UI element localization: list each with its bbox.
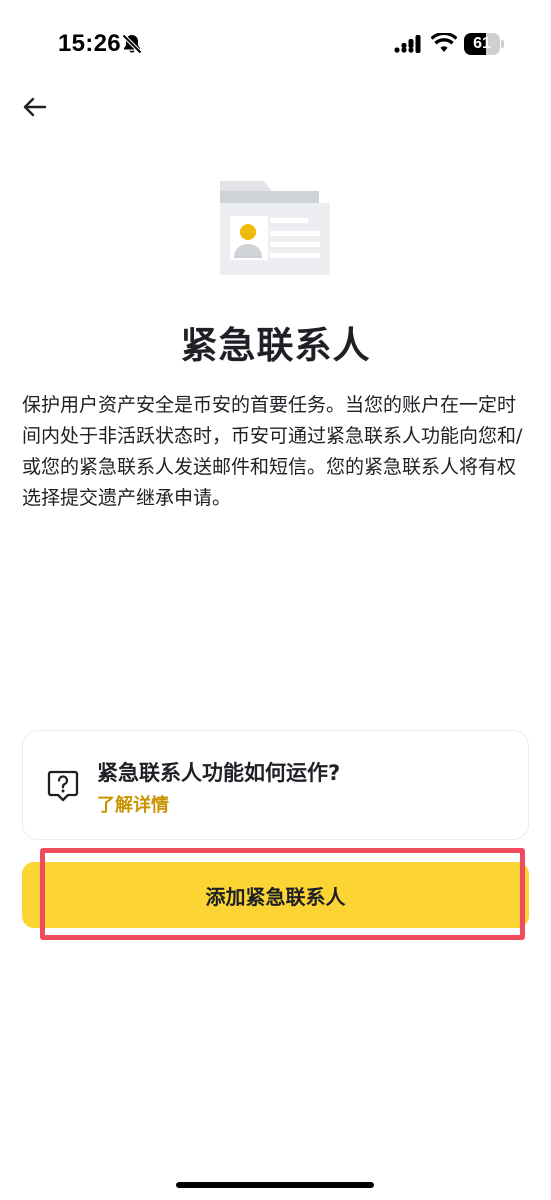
home-indicator xyxy=(176,1182,374,1188)
back-button[interactable] xyxy=(18,92,54,124)
battery-icon: 61 xyxy=(464,33,504,55)
arrow-left-icon xyxy=(23,97,47,117)
bell-off-icon xyxy=(122,34,142,54)
add-emergency-contact-button[interactable]: 添加紧急联系人 xyxy=(22,862,529,928)
id-card-folder-icon xyxy=(220,181,330,275)
card-title: 紧急联系人功能如何运作? xyxy=(97,761,341,785)
page-title: 紧急联系人 xyxy=(180,324,371,367)
status-bar: 15:26 61 xyxy=(0,0,551,90)
cellular-signal-icon xyxy=(394,35,421,53)
avatar-dot xyxy=(240,224,256,240)
how-it-works-card[interactable]: 紧急联系人功能如何运作? 了解详情 xyxy=(22,730,529,840)
emergency-contact-page: 15:26 61 紧急联系人 保护用户资产安全是币安的首要任务。当您的账户在一定… xyxy=(0,0,551,1200)
battery-percent: 61 xyxy=(473,35,491,52)
question-bubble-icon xyxy=(47,770,79,802)
page-description: 保护用户资产安全是币安的首要任务。当您的账户在一定时间内处于非活跃状态时，币安可… xyxy=(22,394,523,509)
learn-more-link[interactable]: 了解详情 xyxy=(97,791,169,817)
status-time: 15:26 xyxy=(58,30,121,57)
wifi-icon xyxy=(431,33,457,52)
